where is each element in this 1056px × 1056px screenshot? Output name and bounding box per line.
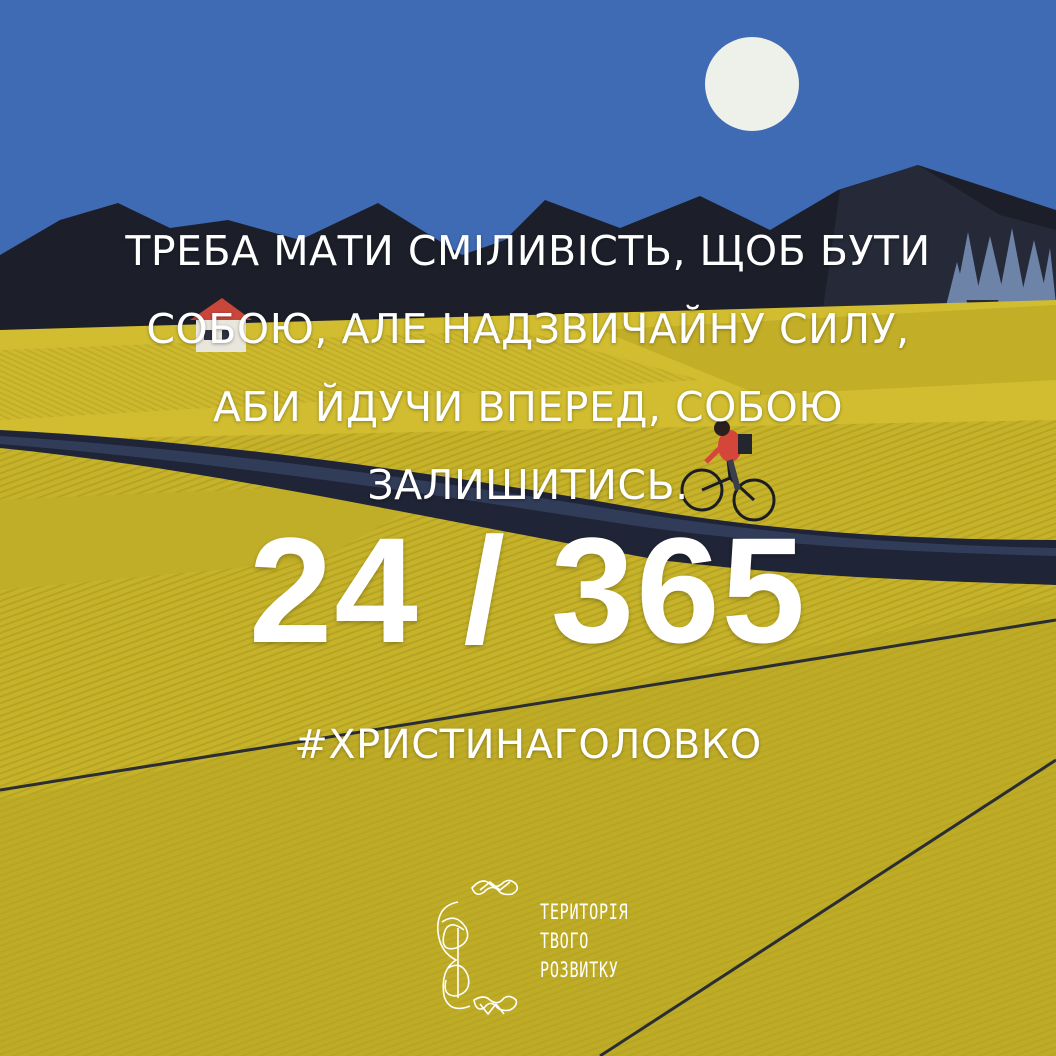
moon-icon <box>705 37 799 131</box>
brand-name: ТЕРИТОРІЯ ТВОГО РОЗВИТКУ <box>540 898 628 985</box>
quote-line: ТРЕБА МАТИ СМІЛИВІСТЬ, ЩОБ БУТИ <box>125 227 931 275</box>
quote-text: ТРЕБА МАТИ СМІЛИВІСТЬ, ЩОБ БУТИ СОБОЮ, А… <box>40 212 1016 524</box>
quote-line: АБИ ЙДУЧИ ВПЕРЕД, СОБОЮ <box>212 383 844 431</box>
brand-line: ТЕРИТОРІЯ <box>540 900 629 924</box>
day-counter: 24 / 365 <box>248 506 808 674</box>
brand-line: РОЗВИТКУ <box>540 958 619 982</box>
brand-logo: ТЕРИТОРІЯ ТВОГО РОЗВИТКУ <box>418 872 678 1022</box>
hashtag: #ХРИСТИНАГОЛОВКО <box>294 722 762 768</box>
quote-line: СОБОЮ, АЛЕ НАДЗВИЧАЙНУ СИЛУ, <box>146 305 910 353</box>
poster: ТРЕБА МАТИ СМІЛИВІСТЬ, ЩОБ БУТИ СОБОЮ, А… <box>0 0 1056 1056</box>
brand-line: ТВОГО <box>540 929 590 953</box>
territory-logo-icon <box>437 879 519 1016</box>
